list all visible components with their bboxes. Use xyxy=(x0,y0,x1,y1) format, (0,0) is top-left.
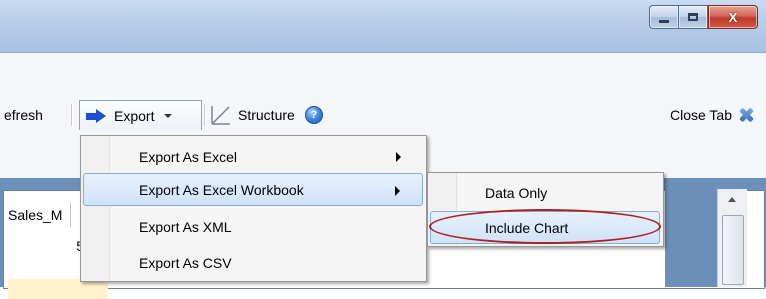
column-header-label: Sales_M xyxy=(8,207,63,223)
export-button[interactable]: Export xyxy=(79,100,202,130)
arrow-right-icon xyxy=(84,108,108,124)
toolbar: efresh Export Structure ? Close Tab xyxy=(0,96,766,134)
menu-item-label: Export As Excel Workbook xyxy=(139,181,304,198)
structure-icon xyxy=(211,106,230,125)
toolbar-separator xyxy=(204,104,205,126)
menu-item-label: Export As XML xyxy=(139,218,232,235)
menu-item-export-excel-workbook[interactable]: Export As Excel Workbook xyxy=(83,173,423,206)
structure-label: Structure xyxy=(238,107,295,123)
scroll-up-icon[interactable] xyxy=(728,197,736,202)
toolbar-separator xyxy=(71,104,72,126)
close-window-button[interactable]: X xyxy=(708,5,758,29)
close-icon: X xyxy=(728,9,738,25)
submenu-arrow-icon xyxy=(395,186,400,196)
table-row[interactable] xyxy=(8,279,108,299)
submenu-item-label: Data Only xyxy=(485,184,548,201)
minimize-button[interactable] xyxy=(649,5,678,29)
close-tab-label: Close Tab xyxy=(669,107,732,123)
window-controls: X xyxy=(649,5,758,29)
close-x-icon xyxy=(738,107,754,123)
scroll-thumb[interactable] xyxy=(722,215,744,285)
vertical-scrollbar[interactable] xyxy=(717,189,747,287)
minimize-icon xyxy=(659,19,669,23)
refresh-button[interactable]: efresh xyxy=(4,96,43,134)
menu-item-label: Export As Excel xyxy=(139,148,238,165)
close-tab-button[interactable]: Close Tab xyxy=(670,96,754,134)
maximize-button[interactable] xyxy=(678,5,708,29)
menu-item-export-csv[interactable]: Export As CSV xyxy=(83,246,423,279)
submenu-arrow-icon xyxy=(396,152,401,162)
window-titlebar: X xyxy=(0,0,766,53)
menu-item-export-excel[interactable]: Export As Excel xyxy=(83,140,423,173)
export-menu: Export As Excel Export As Excel Workbook… xyxy=(80,135,427,282)
column-header[interactable]: Sales_M xyxy=(8,203,72,227)
grid-background xyxy=(665,178,717,287)
workbook-submenu: Data Only Include Chart xyxy=(427,172,664,247)
help-icon[interactable]: ? xyxy=(304,106,323,124)
export-label: Export xyxy=(114,107,155,124)
submenu-item-label: Include Chart xyxy=(485,219,569,236)
maximize-icon xyxy=(688,13,698,21)
menu-item-export-xml[interactable]: Export As XML xyxy=(83,210,423,243)
submenu-item-include-chart[interactable]: Include Chart xyxy=(430,211,660,244)
structure-button[interactable]: Structure ? xyxy=(210,96,323,134)
menu-item-label: Export As CSV xyxy=(139,254,232,271)
chevron-down-icon[interactable] xyxy=(164,113,173,118)
refresh-label: efresh xyxy=(4,107,43,123)
submenu-item-data-only[interactable]: Data Only xyxy=(430,176,660,209)
